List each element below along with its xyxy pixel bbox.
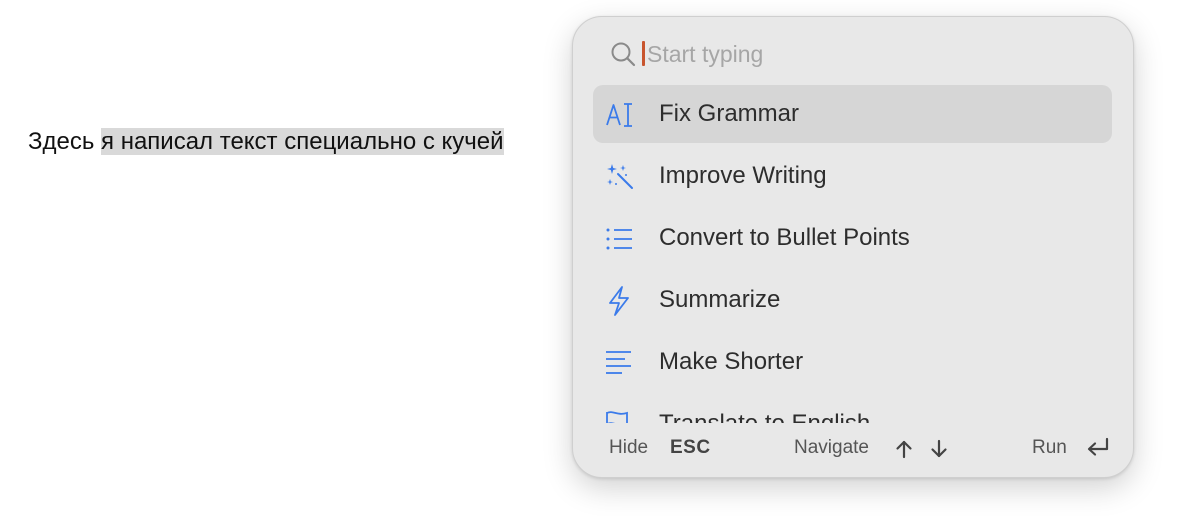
command-label: Fix Grammar <box>659 100 799 127</box>
command-item-improve-writing[interactable]: Improve Writing <box>593 147 1112 205</box>
command-item-summarize[interactable]: Summarize <box>593 271 1112 329</box>
search-icon <box>611 42 636 67</box>
command-label: Make Shorter <box>659 348 804 375</box>
document-selected-text[interactable]: я написал текст специально с кучей <box>101 128 504 155</box>
flag-icon <box>606 411 628 423</box>
text-cursor-icon <box>606 103 632 127</box>
document-plain-text: Здесь <box>28 128 102 155</box>
command-item-translate-english[interactable]: Translate to English <box>593 395 1112 423</box>
command-list: Fix Grammar Improve Writing Convert to B… <box>573 85 1133 423</box>
arrow-down-icon <box>931 439 947 458</box>
command-item-make-shorter[interactable]: Make Shorter <box>593 333 1112 391</box>
shortcut-footer: Hide ESC Navigate Run <box>573 423 1133 477</box>
command-item-fix-grammar[interactable]: Fix Grammar <box>593 85 1112 143</box>
lightning-icon <box>609 286 629 316</box>
command-label: Convert to Bullet Points <box>659 224 910 251</box>
text-caret <box>642 41 645 66</box>
command-label: Improve Writing <box>659 162 827 189</box>
hide-hint-label: Hide <box>609 437 649 458</box>
align-left-icon <box>606 351 631 374</box>
ai-command-palette: Fix Grammar Improve Writing Co <box>572 16 1134 478</box>
document-text[interactable]: Здесь я написал текст специально с кучей <box>28 127 504 157</box>
navigate-hint-label: Navigate <box>794 437 869 458</box>
esc-key-badge: ESC <box>670 437 711 458</box>
command-item-convert-bullets[interactable]: Convert to Bullet Points <box>593 209 1112 267</box>
bullet-list-icon <box>606 228 632 250</box>
search-row <box>609 37 1107 71</box>
command-label: Translate to English <box>659 395 870 423</box>
magic-wand-icon <box>607 164 633 189</box>
run-hint-label: Run <box>1032 437 1067 458</box>
search-input[interactable] <box>647 37 1107 71</box>
arrow-up-icon <box>896 440 912 459</box>
return-key-icon <box>1087 437 1109 456</box>
command-label: Summarize <box>659 286 781 313</box>
